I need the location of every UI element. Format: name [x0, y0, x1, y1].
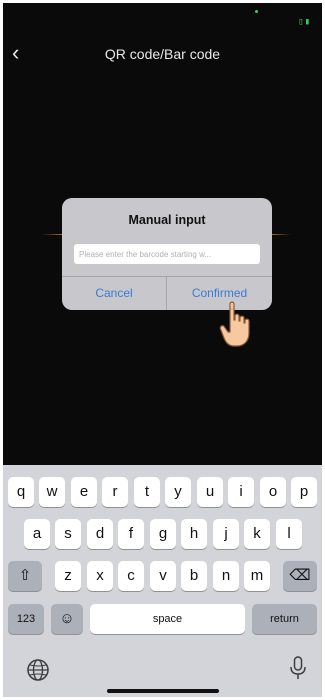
shift-key[interactable]: ⇧	[8, 561, 42, 591]
scan-line-right	[269, 234, 291, 235]
key-p[interactable]: p	[291, 477, 317, 507]
return-key[interactable]: return	[252, 604, 317, 634]
globe-icon[interactable]	[25, 657, 51, 683]
key-d[interactable]: d	[87, 519, 113, 549]
home-indicator[interactable]	[107, 689, 219, 693]
key-w[interactable]: w	[39, 477, 65, 507]
manual-input-dialog: Manual input Cancel Confirmed	[62, 198, 272, 310]
key-k[interactable]: k	[244, 519, 270, 549]
key-q[interactable]: q	[8, 477, 34, 507]
page-title: QR code/Bar code	[104, 46, 221, 62]
numbers-key[interactable]: 123	[8, 604, 44, 634]
dialog-title: Manual input	[128, 213, 206, 227]
key-t[interactable]: t	[134, 477, 160, 507]
mic-icon[interactable]	[285, 655, 311, 681]
key-f[interactable]: f	[118, 519, 144, 549]
key-r[interactable]: r	[102, 477, 128, 507]
key-j[interactable]: j	[213, 519, 239, 549]
key-u[interactable]: u	[197, 477, 223, 507]
space-key[interactable]: space	[90, 604, 245, 634]
key-h[interactable]: h	[181, 519, 207, 549]
key-e[interactable]: e	[71, 477, 97, 507]
battery-icon: ▯▮	[298, 17, 311, 27]
key-i[interactable]: i	[228, 477, 254, 507]
key-y[interactable]: y	[165, 477, 191, 507]
barcode-input[interactable]	[74, 244, 260, 264]
key-b[interactable]: b	[181, 561, 207, 591]
cancel-button[interactable]: Cancel	[62, 277, 166, 310]
key-v[interactable]: v	[150, 561, 176, 591]
screen: ▯▮ ‹ QR code/Bar code Manual input Cance…	[0, 0, 325, 700]
scan-line-left	[42, 234, 64, 235]
key-o[interactable]: o	[260, 477, 286, 507]
key-a[interactable]: a	[24, 519, 50, 549]
key-z[interactable]: z	[55, 561, 81, 591]
key-l[interactable]: l	[276, 519, 302, 549]
key-g[interactable]: g	[150, 519, 176, 549]
key-n[interactable]: n	[213, 561, 239, 591]
hand-pointer-icon	[219, 301, 250, 347]
key-x[interactable]: x	[87, 561, 113, 591]
key-c[interactable]: c	[118, 561, 144, 591]
key-m[interactable]: m	[244, 561, 270, 591]
emoji-key[interactable]: ☺	[51, 604, 83, 634]
delete-key[interactable]: ⌫	[283, 561, 317, 591]
key-s[interactable]: s	[55, 519, 81, 549]
status-indicator-dot	[255, 10, 258, 13]
